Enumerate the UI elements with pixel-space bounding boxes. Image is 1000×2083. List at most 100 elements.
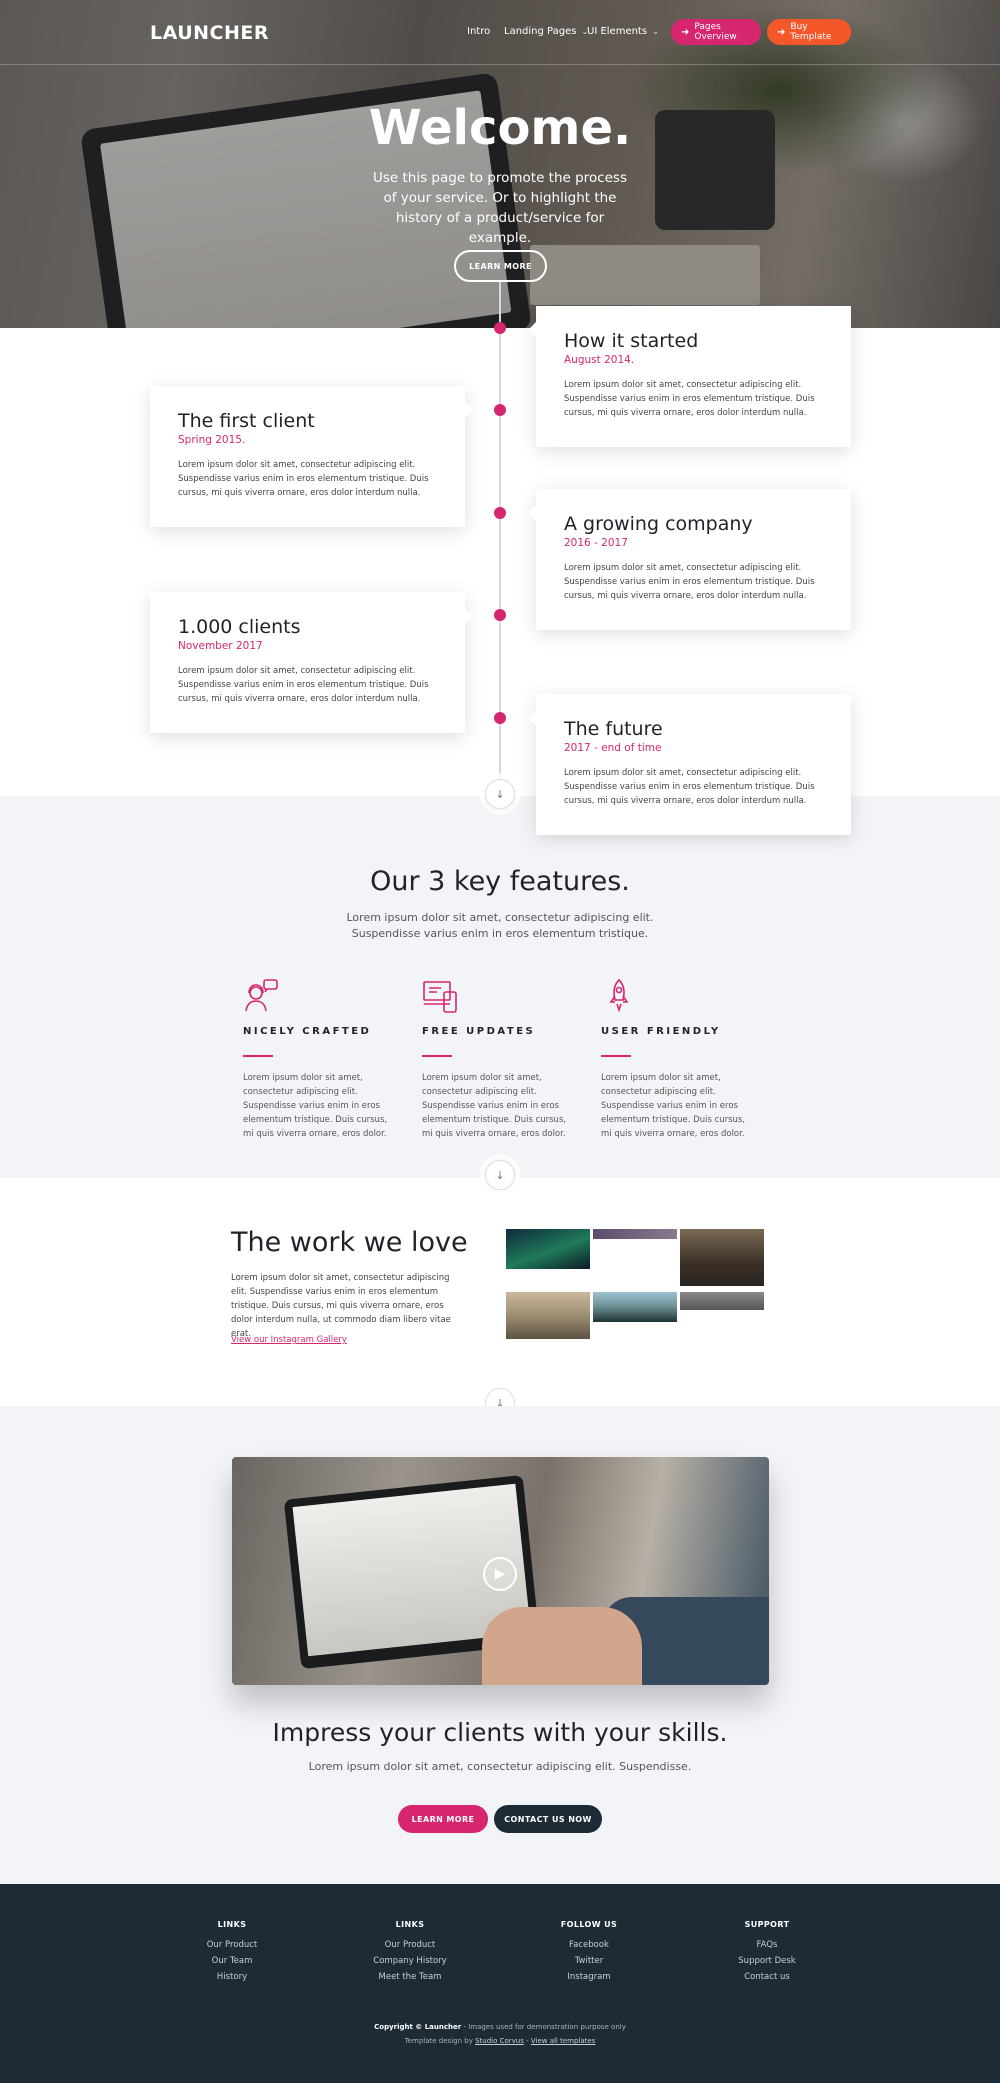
footer-link[interactable]: Our Product <box>350 1937 470 1953</box>
top-navbar: LAUNCHER Intro Landing Pages ⌄ UI Element… <box>0 0 1000 65</box>
timeline-dot <box>494 404 506 416</box>
timeline-card-title: The future <box>564 718 663 740</box>
footer-column: SUPPORT FAQs Support Desk Contact us <box>707 1920 827 1985</box>
copyright-note: - Images used for demonstration purpose … <box>461 2023 626 2031</box>
footer-link[interactable]: FAQs <box>707 1937 827 1953</box>
devices-icon <box>422 978 460 1016</box>
hero-learn-more-button[interactable]: LEARN MORE <box>454 250 547 282</box>
feature-card: USER FRIENDLY Lorem ipsum dolor sit amet… <box>601 978 751 1141</box>
footer-column-title: LINKS <box>395 1920 425 1929</box>
timeline-card-date: Spring 2015. <box>178 434 246 446</box>
arrow-right-icon: ➜ <box>777 26 786 38</box>
timeline-dot <box>494 322 506 334</box>
contact-us-button[interactable]: CONTACT US NOW <box>494 1805 602 1833</box>
footer-link[interactable]: Contact us <box>707 1969 827 1985</box>
timeline-card-title: How it started <box>564 330 699 352</box>
chevron-down-icon: ⌄ <box>652 27 659 36</box>
timeline-card: A growing company 2016 - 2017 Lorem ipsu… <box>528 489 851 630</box>
timeline-card: 1.000 clients November 2017 Lorem ipsum … <box>150 592 473 733</box>
cta-subtitle: Lorem ipsum dolor sit amet, consectetur … <box>308 1760 692 1773</box>
nav-landing-pages-label: Landing Pages <box>504 26 577 37</box>
footer-column: FOLLOW US Facebook Twitter Instagram <box>529 1920 649 1985</box>
scroll-down-button[interactable]: ↓ <box>485 779 515 809</box>
footer-link[interactable]: Company History <box>350 1953 470 1969</box>
features-title: Our 3 key features. <box>370 866 630 897</box>
cta-title: Impress your clients with your skills. <box>272 1718 728 1747</box>
buy-template-button[interactable]: ➜ Buy Template <box>767 19 851 45</box>
timeline-card-text: Lorem ipsum dolor sit amet, consectetur … <box>178 666 429 704</box>
footer-column: LINKS Our Product Our Team History <box>172 1920 292 1985</box>
nav-intro-label: Intro <box>467 26 491 37</box>
nav-ui-elements[interactable]: UI Elements ⌄ <box>587 26 659 37</box>
footer <box>0 1884 1000 2083</box>
timeline-card: The future 2017 - end of time Lorem ipsu… <box>528 694 851 835</box>
timeline-card-text: Lorem ipsum dolor sit amet, consectetur … <box>564 380 815 418</box>
gallery-image-yoga[interactable] <box>506 1292 590 1339</box>
gallery-image-lake[interactable] <box>593 1292 677 1322</box>
footer-link[interactable]: Our Product <box>172 1937 292 1953</box>
design-prefix: Template design by <box>404 2037 476 2045</box>
play-icon[interactable]: ▶ <box>483 1557 517 1591</box>
footer-column-title: SUPPORT <box>744 1920 790 1929</box>
feature-card: NICELY CRAFTED Lorem ipsum dolor sit ame… <box>243 978 393 1141</box>
copyright-brand: Copyright © Launcher <box>374 2023 462 2031</box>
instagram-gallery-link[interactable]: View our Instagram Gallery <box>231 1335 347 1345</box>
studio-corvus-link[interactable]: Studio Corvus <box>475 2037 524 2045</box>
arrow-down-icon: ↓ <box>495 1168 505 1182</box>
buy-template-label: Buy Template <box>790 22 832 42</box>
view-all-templates-link[interactable]: View all templates <box>531 2037 596 2045</box>
timeline-dot <box>494 712 506 724</box>
timeline-card-date: 2016 - 2017 <box>564 537 628 549</box>
timeline-card-date: November 2017 <box>178 640 263 652</box>
design-separator: - <box>523 2037 531 2045</box>
footer-link[interactable]: Support Desk <box>707 1953 827 1969</box>
timeline-card-title: 1.000 clients <box>178 616 301 638</box>
gallery-image[interactable] <box>593 1229 677 1239</box>
timeline-card: How it started August 2014. Lorem ipsum … <box>528 306 851 447</box>
copyright: Copyright © Launcher - Images used for d… <box>0 2020 1000 2048</box>
footer-link[interactable]: Our Team <box>172 1953 292 1969</box>
feature-text: Lorem ipsum dolor sit amet, consectetur … <box>601 1073 746 1139</box>
footer-column-title: LINKS <box>217 1920 247 1929</box>
timeline-card-text: Lorem ipsum dolor sit amet, consectetur … <box>564 768 815 806</box>
nav-intro[interactable]: Intro <box>467 26 490 37</box>
hero-title: Welcome. <box>368 100 632 156</box>
timeline-card-text: Lorem ipsum dolor sit amet, consectetur … <box>564 563 815 601</box>
feature-text: Lorem ipsum dolor sit amet, consectetur … <box>243 1073 388 1139</box>
timeline-card-date: August 2014. <box>564 354 635 366</box>
feature-card: FREE UPDATES Lorem ipsum dolor sit amet,… <box>422 978 572 1141</box>
logo[interactable]: LAUNCHER <box>150 22 269 44</box>
arrow-down-icon: ↓ <box>495 787 505 801</box>
timeline-card-text: Lorem ipsum dolor sit amet, consectetur … <box>178 460 429 498</box>
learn-more-button[interactable]: LEARN MORE <box>398 1805 488 1833</box>
nav-landing-pages[interactable]: Landing Pages ⌄ <box>504 26 588 37</box>
gallery-image-aurora[interactable] <box>506 1229 590 1269</box>
footer-link[interactable]: Meet the Team <box>350 1969 470 1985</box>
footer-link[interactable]: Facebook <box>529 1937 649 1953</box>
arrow-right-icon: ➜ <box>681 26 690 38</box>
feature-title: USER FRIENDLY <box>601 1026 721 1037</box>
timeline-line <box>499 282 501 780</box>
scroll-down-button[interactable]: ↓ <box>485 1160 515 1190</box>
footer-column-title: FOLLOW US <box>560 1920 618 1929</box>
support-agent-icon <box>243 978 281 1016</box>
timeline-dot <box>494 507 506 519</box>
video-player[interactable]: ▶ <box>232 1457 769 1685</box>
nav-ui-elements-label: UI Elements <box>587 26 648 37</box>
feature-title: FREE UPDATES <box>422 1026 536 1037</box>
footer-link[interactable]: Twitter <box>529 1953 649 1969</box>
gallery-image[interactable] <box>680 1292 764 1310</box>
rocket-icon <box>601 978 639 1016</box>
features-subtitle: Lorem ipsum dolor sit amet, consectetur … <box>346 911 654 940</box>
feature-text: Lorem ipsum dolor sit amet, consectetur … <box>422 1073 567 1139</box>
timeline-card-date: 2017 - end of time <box>564 742 662 754</box>
feature-title: NICELY CRAFTED <box>243 1026 372 1037</box>
footer-link[interactable]: History <box>172 1969 292 1985</box>
gallery-image-person[interactable] <box>680 1229 764 1286</box>
pages-overview-button[interactable]: ➜ Pages Overview <box>671 19 761 45</box>
footer-link[interactable]: Instagram <box>529 1969 649 1985</box>
work-title: The work we love <box>231 1227 468 1258</box>
footer-column: LINKS Our Product Company History Meet t… <box>350 1920 470 1985</box>
timeline-dot <box>494 609 506 621</box>
hero-subtitle: Use this page to promote the process of … <box>373 170 627 246</box>
